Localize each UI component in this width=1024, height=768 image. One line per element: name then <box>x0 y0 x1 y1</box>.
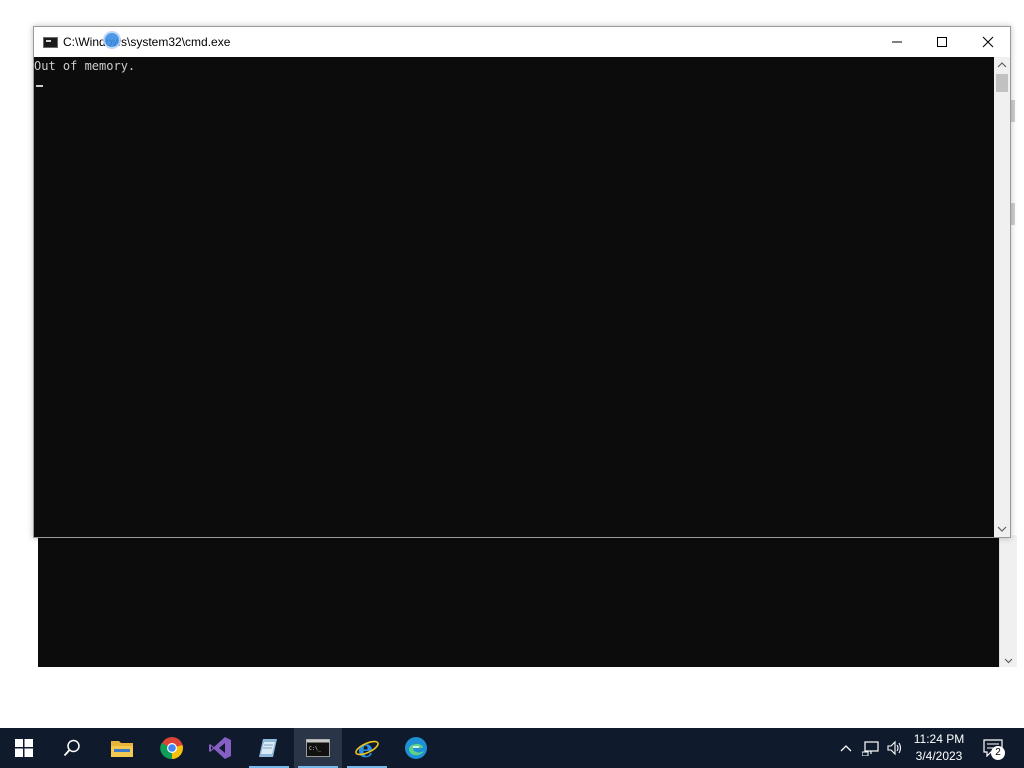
close-button[interactable] <box>965 27 1011 57</box>
cmd-icon <box>43 37 58 48</box>
vertical-scrollbar[interactable] <box>994 57 1010 537</box>
background-console-area <box>38 535 999 667</box>
visual-studio-icon <box>209 737 231 759</box>
notification-count-badge: 2 <box>991 746 1005 760</box>
background-window-edge <box>1011 90 1016 550</box>
show-hidden-icons-button[interactable] <box>838 728 854 768</box>
window-title: C:\Windows\system32\cmd.exe <box>63 35 231 49</box>
folder-icon <box>111 741 133 757</box>
cmd-window[interactable]: C:\Windows\system32\cmd.exe Out of memor… <box>33 26 1011 538</box>
chrome-icon <box>160 737 183 760</box>
taskbar-edge[interactable] <box>392 728 440 768</box>
taskbar-visual-studio[interactable] <box>196 728 244 768</box>
network-button[interactable] <box>861 728 881 768</box>
taskbar-internet-explorer[interactable]: e <box>343 728 391 768</box>
cmd-icon: C:\_ <box>306 739 330 757</box>
speaker-icon <box>887 740 902 756</box>
search-icon <box>63 739 80 757</box>
minimize-button[interactable] <box>874 27 920 57</box>
svg-text:e: e <box>358 736 373 760</box>
taskbar-chrome[interactable] <box>148 728 196 768</box>
edge-icon <box>405 737 427 759</box>
mouse-pointer-indicator <box>103 31 121 49</box>
taskbar-notepad[interactable] <box>245 728 293 768</box>
taskbar-file-explorer[interactable] <box>98 728 146 768</box>
search-button[interactable] <box>48 728 96 768</box>
title-bar[interactable]: C:\Windows\system32\cmd.exe <box>34 27 1010 57</box>
background-scrollbar[interactable] <box>999 535 1017 667</box>
clock-time[interactable]: 11:24 PM <box>910 732 968 746</box>
taskbar: C:\_ e 11:24 PM 3/4/2023 <box>0 728 1024 768</box>
notepad-icon <box>259 739 277 757</box>
svg-text:C:\_: C:\_ <box>309 746 322 752</box>
chevron-down-icon[interactable] <box>1004 656 1013 665</box>
start-button[interactable] <box>0 728 48 768</box>
clock-date[interactable]: 3/4/2023 <box>910 749 968 763</box>
volume-button[interactable] <box>885 728 905 768</box>
maximize-button[interactable] <box>919 27 965 57</box>
close-icon <box>982 36 994 48</box>
chevron-up-icon <box>840 745 852 752</box>
network-icon <box>862 741 879 756</box>
minimize-icon <box>892 41 902 43</box>
chevron-up-icon[interactable] <box>997 61 1007 69</box>
scrollbar-thumb[interactable] <box>996 74 1008 92</box>
chevron-down-icon[interactable] <box>997 525 1007 533</box>
windows-logo-icon <box>15 739 33 757</box>
taskbar-cmd[interactable]: C:\_ <box>294 728 342 768</box>
maximize-icon <box>937 37 947 47</box>
console-output-line: Out of memory. <box>34 59 136 73</box>
ie-icon: e <box>355 736 379 760</box>
text-cursor <box>36 85 43 87</box>
console-area[interactable]: Out of memory. <box>34 57 994 537</box>
